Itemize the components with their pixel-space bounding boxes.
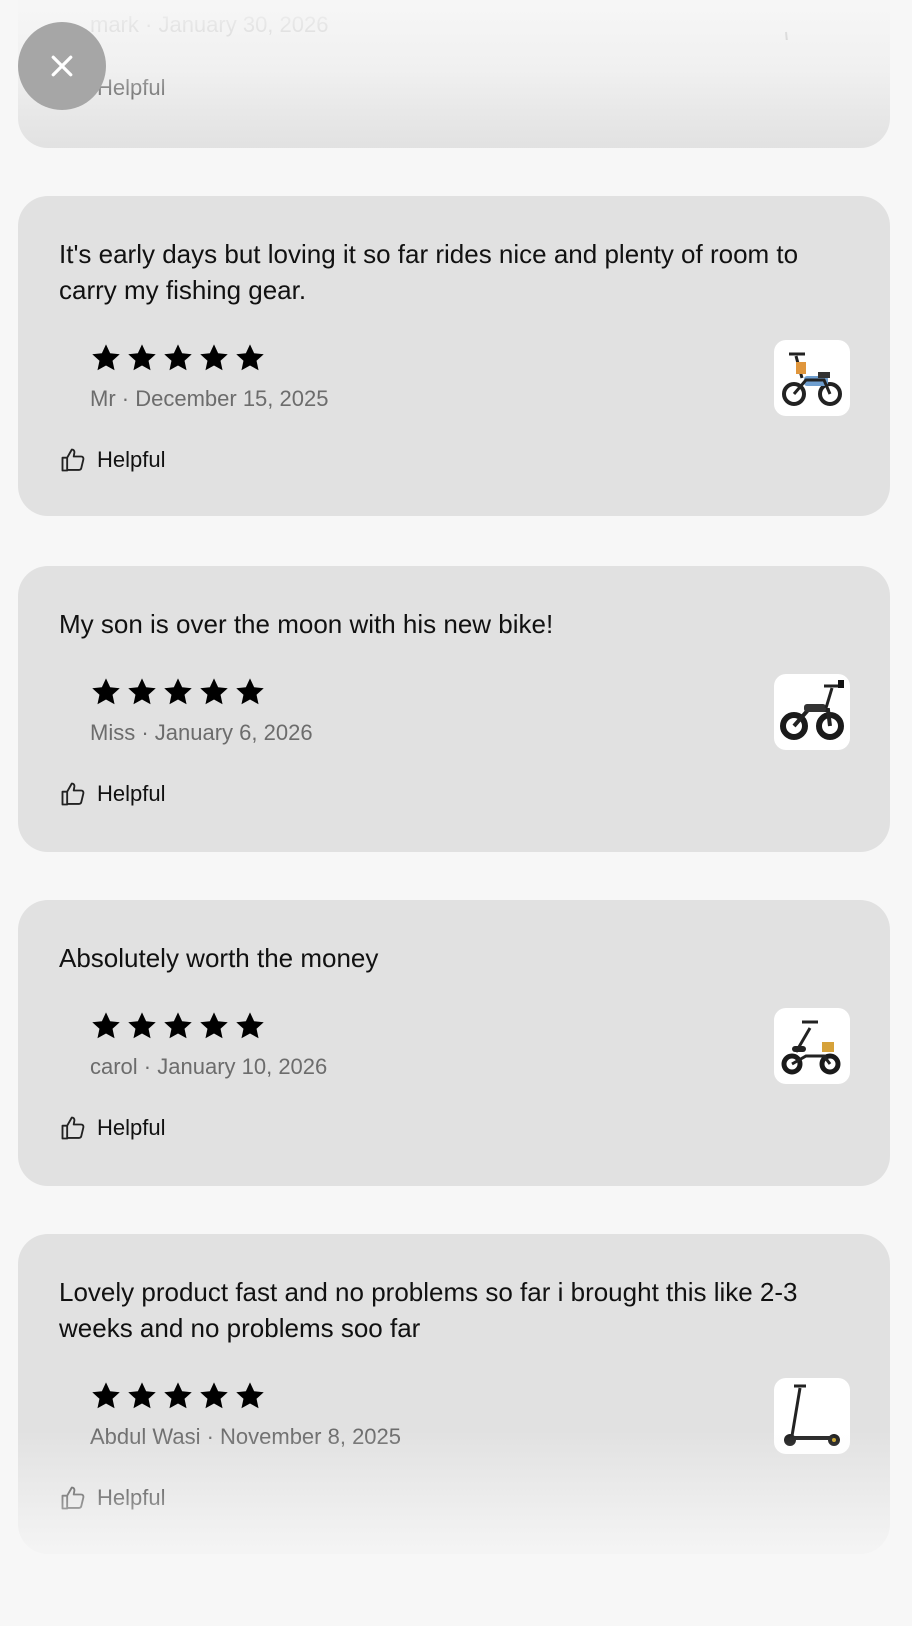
product-thumbnail[interactable]	[774, 1378, 850, 1454]
review-date: December 15, 2025	[135, 386, 329, 411]
star-rating	[90, 1380, 266, 1412]
thumbs-up-icon	[61, 448, 85, 472]
scooter-icon	[785, 31, 788, 40]
star-icon	[128, 344, 156, 371]
review-date: January 10, 2026	[157, 1054, 328, 1079]
star-icon	[164, 678, 192, 705]
reviews-page: mark · January 30, 2026 Helpful It's ear…	[0, 0, 912, 1626]
helpful-label: Helpful	[97, 1485, 166, 1510]
star-icon	[200, 1382, 228, 1409]
star-icon	[92, 344, 120, 371]
cargo-ebike-icon	[782, 352, 842, 406]
star-icon	[236, 678, 264, 705]
star-rating	[90, 1010, 266, 1042]
seated-scooter-icon	[781, 1020, 841, 1075]
review-meta: Mr · December 15, 2025	[90, 386, 328, 412]
review-author: mark	[90, 12, 139, 37]
kick-scooter-icon	[784, 1384, 840, 1446]
review-card: mark · January 30, 2026 Helpful	[18, 0, 890, 148]
review-card: It's early days but loving it so far rid…	[18, 196, 890, 516]
star-icon	[200, 678, 228, 705]
star-icon	[200, 344, 228, 371]
meta-separator: ·	[135, 720, 155, 745]
star-icon	[92, 678, 120, 705]
star-icon	[92, 1012, 120, 1039]
review-card: Absolutely worth the money carol · Janua…	[18, 900, 890, 1186]
star-icon	[164, 344, 192, 371]
star-icon	[128, 678, 156, 705]
review-card: My son is over the moon with his new bik…	[18, 566, 890, 852]
review-meta: carol · January 10, 2026	[90, 1054, 327, 1080]
product-thumbnail[interactable]	[774, 340, 850, 416]
fat-tire-ebike-icon	[780, 680, 844, 740]
thumbs-up-icon	[61, 782, 85, 806]
meta-separator: ·	[137, 1054, 158, 1079]
review-text: My son is over the moon with his new bik…	[59, 609, 554, 639]
star-icon	[92, 1382, 120, 1409]
review-author: Mr	[90, 386, 116, 411]
helpful-label: Helpful	[97, 1115, 166, 1140]
star-icon	[236, 1012, 264, 1039]
star-icon	[200, 1012, 228, 1039]
meta-separator: ·	[115, 386, 136, 411]
review-text: It's early days but loving it so far rid…	[59, 239, 799, 305]
star-rating	[90, 342, 266, 374]
star-icon	[164, 1382, 192, 1409]
review-date: November 8, 2025	[220, 1424, 402, 1449]
review-author: Miss	[90, 720, 136, 745]
review-author: Abdul Wasi	[90, 1424, 201, 1449]
star-icon	[128, 1382, 156, 1409]
star-icon	[236, 1382, 264, 1409]
meta-separator: ·	[200, 1424, 221, 1449]
helpful-button[interactable]: Helpful	[59, 780, 165, 808]
close-button[interactable]	[18, 22, 106, 110]
product-thumbnail[interactable]	[774, 674, 850, 750]
close-icon	[51, 55, 73, 77]
thumbs-up-icon	[61, 1486, 85, 1510]
star-rating	[90, 676, 266, 708]
review-meta: mark · January 30, 2026	[90, 12, 328, 38]
thumbs-up-icon	[61, 1116, 85, 1140]
helpful-label: Helpful	[97, 75, 166, 100]
review-card: Lovely product fast and no problems so f…	[18, 1234, 890, 1554]
review-date: January 30, 2026	[158, 12, 329, 37]
review-meta: Abdul Wasi · November 8, 2025	[90, 1424, 401, 1450]
review-text: Lovely product fast and no problems so f…	[59, 1277, 798, 1343]
product-thumbnail[interactable]	[774, 0, 850, 40]
helpful-button[interactable]: Helpful	[59, 1114, 165, 1142]
star-icon	[128, 1012, 156, 1039]
helpful-button[interactable]: Helpful	[59, 446, 165, 474]
review-author: carol	[90, 1054, 138, 1079]
star-icon	[236, 344, 264, 371]
helpful-button[interactable]: Helpful	[59, 1484, 165, 1512]
helpful-label: Helpful	[97, 781, 166, 806]
review-meta: Miss · January 6, 2026	[90, 720, 313, 746]
product-thumbnail[interactable]	[774, 1008, 850, 1084]
star-icon	[164, 1012, 192, 1039]
review-date: January 6, 2026	[154, 720, 313, 745]
meta-separator: ·	[138, 12, 159, 37]
review-text: Absolutely worth the money	[59, 943, 379, 973]
helpful-label: Helpful	[97, 447, 166, 472]
